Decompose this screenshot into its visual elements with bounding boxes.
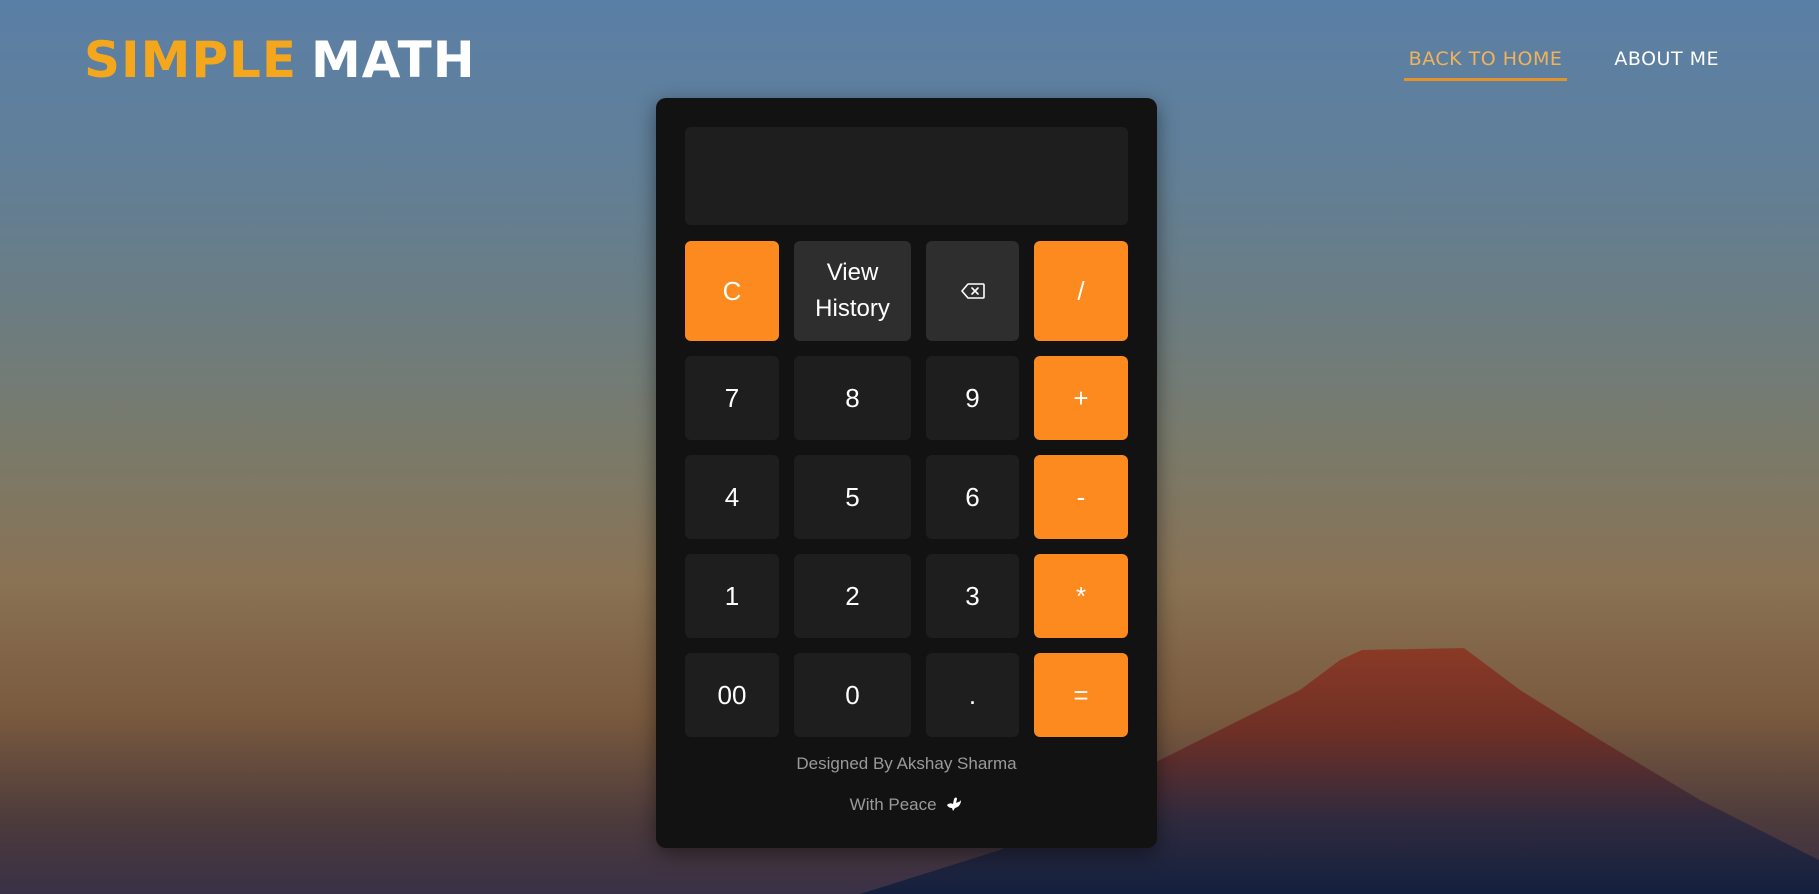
- digit-6-button[interactable]: 6: [926, 455, 1019, 539]
- multiply-button[interactable]: *: [1034, 554, 1128, 638]
- logo-word-simple: SIMPLE: [84, 31, 298, 89]
- calculator-panel: C View History / 7 8 9 + 4 5 6 - 1 2 3 *…: [656, 98, 1157, 848]
- divide-button[interactable]: /: [1034, 241, 1128, 341]
- backspace-button[interactable]: [926, 241, 1019, 341]
- digit-3-button[interactable]: 3: [926, 554, 1019, 638]
- backspace-icon: [960, 283, 985, 299]
- double-zero-button[interactable]: 00: [685, 653, 779, 737]
- digit-0-button[interactable]: 0: [794, 653, 911, 737]
- equals-button[interactable]: =: [1034, 653, 1128, 737]
- nav-about-me[interactable]: ABOUT ME: [1609, 48, 1724, 81]
- nav-back-to-home[interactable]: BACK TO HOME: [1403, 48, 1568, 81]
- clear-button[interactable]: C: [685, 241, 779, 341]
- peace-credit: With Peace: [656, 795, 1157, 815]
- digit-8-button[interactable]: 8: [794, 356, 911, 440]
- designer-credit: Designed By Akshay Sharma: [796, 754, 1017, 773]
- digit-9-button[interactable]: 9: [926, 356, 1019, 440]
- digit-5-button[interactable]: 5: [794, 455, 911, 539]
- minus-button[interactable]: -: [1034, 455, 1128, 539]
- logo-word-math: MATH: [311, 31, 476, 89]
- digit-7-button[interactable]: 7: [685, 356, 779, 440]
- decimal-point-button[interactable]: .: [926, 653, 1019, 737]
- top-navigation: BACK TO HOME ABOUT ME: [1403, 48, 1724, 81]
- site-logo[interactable]: SIMPLE MATH: [84, 30, 476, 90]
- calculator-display: [685, 127, 1128, 225]
- plus-button[interactable]: +: [1034, 356, 1128, 440]
- view-history-label-line1: View: [826, 259, 879, 286]
- digit-1-button[interactable]: 1: [685, 554, 779, 638]
- peace-credit-text: With Peace: [849, 795, 937, 814]
- digit-4-button[interactable]: 4: [685, 455, 779, 539]
- view-history-label-line2: History: [815, 295, 890, 322]
- digit-2-button[interactable]: 2: [794, 554, 911, 638]
- dove-icon: [947, 797, 962, 811]
- view-history-button[interactable]: View History: [794, 241, 911, 341]
